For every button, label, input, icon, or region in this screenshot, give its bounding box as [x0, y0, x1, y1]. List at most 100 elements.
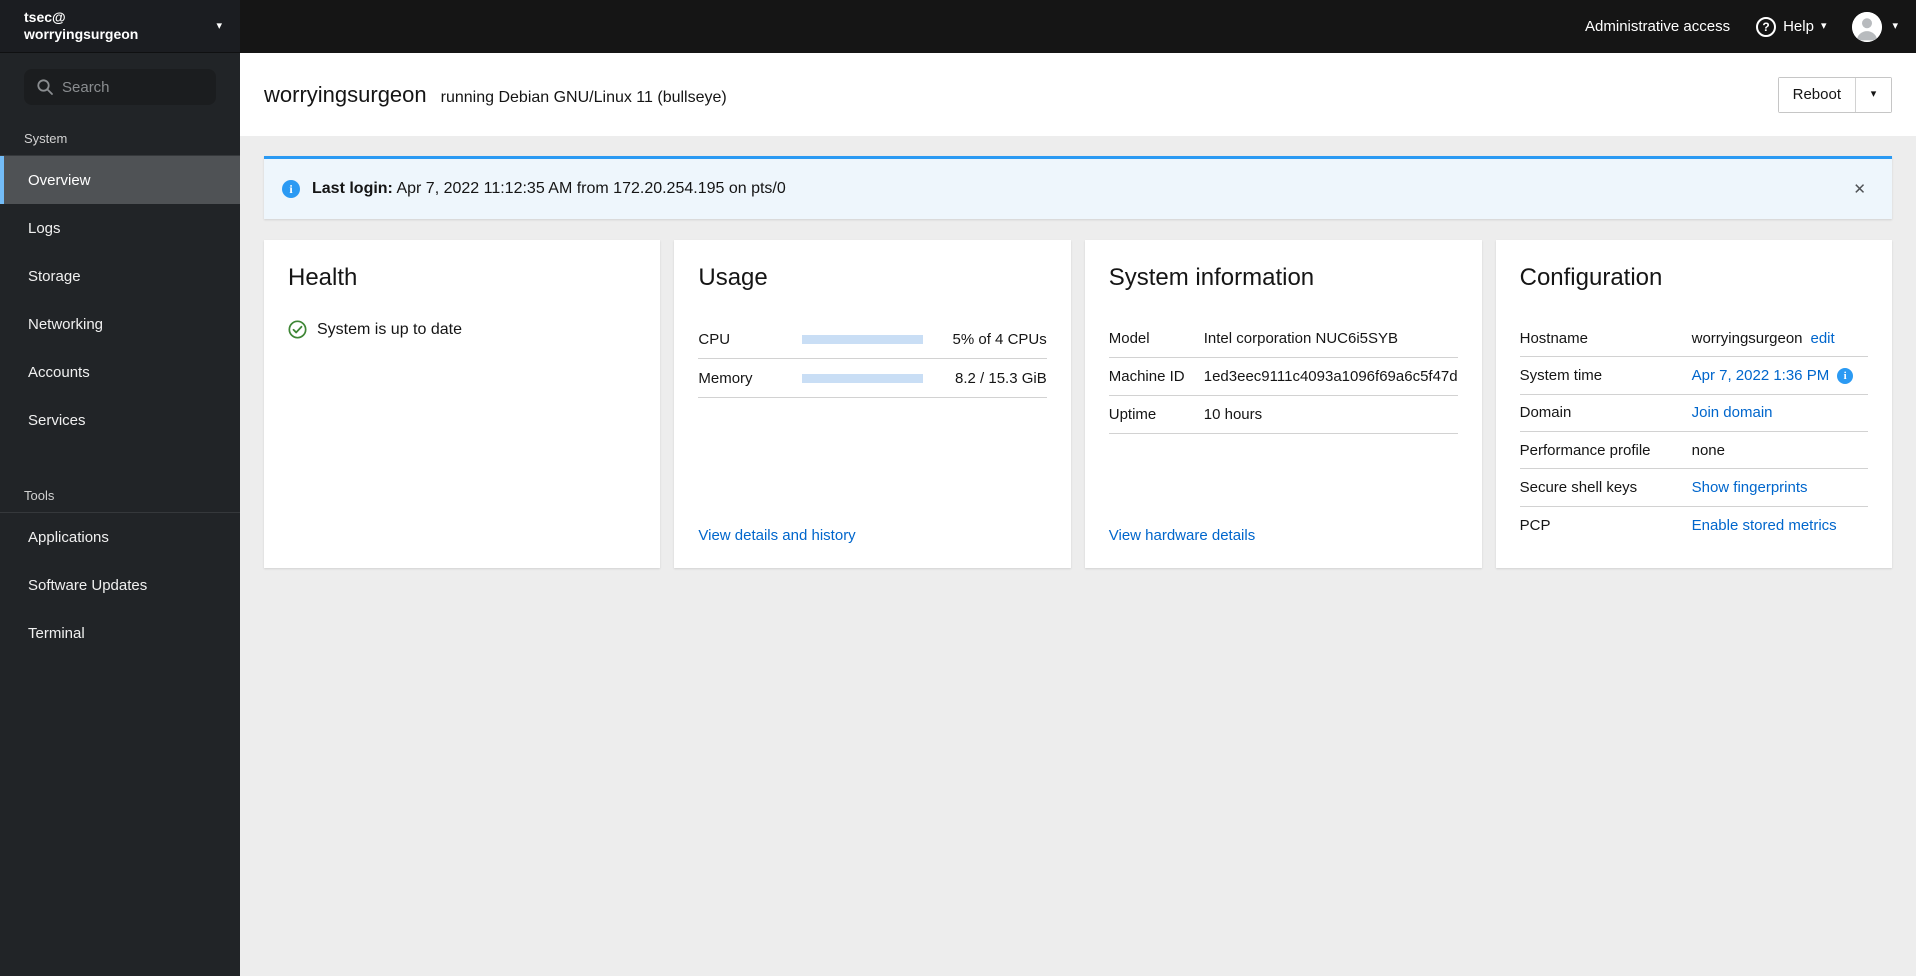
machine-id-row: Machine ID 1ed3eec9111c4093a1096f69a6c5f… — [1108, 358, 1458, 396]
memory-label: Memory — [698, 369, 753, 387]
help-label: Help — [1783, 18, 1814, 35]
hostname-row: Hostname worryingsurgeon edit — [1519, 320, 1868, 358]
alert-title: Last login: — [312, 180, 393, 197]
sidebar-search — [24, 69, 216, 105]
memory-progress-bar — [802, 373, 923, 383]
system-information-card: System information Model Intel corporati… — [1084, 240, 1482, 568]
performance-profile-row: Performance profile none — [1519, 432, 1868, 470]
close-icon[interactable]: ✕ — [1845, 176, 1874, 202]
sidebar-item-accounts[interactable]: Accounts — [0, 348, 240, 396]
question-circle-icon: ? — [1756, 16, 1777, 37]
overview-cards: Health System is up to date Usage CPU 5%… — [264, 240, 1892, 568]
uptime-label: Uptime — [1108, 406, 1157, 423]
system-time-link[interactable]: Apr 7, 2022 1:36 PM — [1692, 367, 1830, 384]
info-icon: i — [282, 180, 300, 198]
page-content: worryingsurgeon running Debian GNU/Linux… — [240, 53, 1916, 976]
masthead: Administrative access ? Help ▾ ▾ — [240, 0, 1916, 53]
nav-section-tools: Tools Applications Software Updates Term… — [0, 488, 240, 657]
join-domain-link[interactable]: Join domain — [1692, 404, 1773, 421]
sidebar-item-overview[interactable]: Overview — [0, 156, 240, 204]
reboot-dropdown-toggle[interactable]: ▾ — [1855, 77, 1891, 112]
session-username: tsec@ — [24, 8, 66, 25]
hostname-value: worryingsurgeon — [1691, 329, 1803, 347]
health-status-row: System is up to date — [288, 320, 636, 339]
health-status-text: System is up to date — [317, 320, 462, 338]
model-row: Model Intel corporation NUC6i5SYB — [1108, 320, 1458, 358]
system-time-label: System time — [1519, 367, 1603, 385]
view-hardware-details-link[interactable]: View hardware details — [1109, 527, 1458, 544]
check-circle-icon — [288, 320, 307, 339]
card-title: Usage — [698, 264, 768, 291]
card-title: Configuration — [1519, 264, 1663, 291]
machine-id-value: 1ed3eec9111c4093a1096f69a6c5f47d — [1203, 368, 1458, 385]
performance-profile-value: none — [1691, 441, 1725, 459]
pcp-label: PCP — [1519, 516, 1551, 534]
alert-message: Apr 7, 2022 11:12:35 AM from 172.20.254.… — [396, 180, 786, 197]
pcp-row: PCP Enable stored metrics — [1520, 507, 1868, 544]
chevron-down-icon: ▾ — [1892, 20, 1898, 32]
secure-shell-keys-label: Secure shell keys — [1519, 479, 1638, 497]
system-time-row: System time Apr 7, 2022 1:36 PM i — [1519, 357, 1868, 395]
page-header: worryingsurgeon running Debian GNU/Linux… — [240, 53, 1916, 136]
sidebar-item-applications[interactable]: Applications — [0, 513, 240, 561]
sidebar-item-logs[interactable]: Logs — [0, 204, 240, 252]
nav-section-title: System — [24, 131, 68, 146]
uptime-row: Uptime 10 hours — [1108, 396, 1458, 434]
edit-hostname-link[interactable]: edit — [1811, 330, 1835, 347]
help-menu[interactable]: ? Help ▾ — [1756, 16, 1827, 37]
configuration-card: Configuration Hostname worryingsurgeon e… — [1495, 240, 1892, 568]
page-title: worryingsurgeon — [264, 81, 427, 107]
avatar — [1852, 11, 1883, 42]
sidebar-nav: System Overview Logs Storage Networking … — [0, 131, 240, 657]
chevron-down-icon: ▾ — [216, 19, 222, 32]
performance-profile-label: Performance profile — [1519, 441, 1651, 459]
enable-stored-metrics-link[interactable]: Enable stored metrics — [1692, 517, 1837, 534]
user-account-menu[interactable]: ▾ — [1852, 11, 1898, 42]
health-card: Health System is up to date — [264, 240, 661, 568]
sidebar: tsec@ worryingsurgeon ▾ System Overview … — [0, 0, 240, 976]
session-user-label: tsec@ worryingsurgeon — [24, 9, 138, 44]
machine-id-label: Machine ID — [1108, 368, 1185, 385]
nav-section-title: Tools — [24, 488, 55, 503]
model-value: Intel corporation NUC6i5SYB — [1203, 330, 1399, 347]
memory-usage-row: Memory 8.2 / 15.3 GiB — [698, 359, 1047, 398]
session-hostname: worryingsurgeon — [24, 26, 139, 42]
secure-shell-keys-row: Secure shell keys Show fingerprints — [1519, 469, 1868, 507]
app-window: tsec@ worryingsurgeon ▾ System Overview … — [0, 0, 1916, 976]
hostname-label: Hostname — [1519, 329, 1588, 347]
session-user-menu[interactable]: tsec@ worryingsurgeon ▾ — [0, 0, 240, 53]
last-login-alert: i Last login: Apr 7, 2022 11:12:35 AM fr… — [264, 156, 1892, 219]
sidebar-item-software-updates[interactable]: Software Updates — [0, 561, 240, 609]
reboot-button[interactable]: Reboot — [1778, 77, 1855, 112]
memory-usage-value: 8.2 / 15.3 GiB — [955, 369, 1047, 387]
cpu-usage-value: 5% of 4 CPUs — [952, 330, 1047, 348]
cpu-progress-bar — [802, 334, 923, 344]
os-subtitle: running Debian GNU/Linux 11 (bullseye) — [440, 88, 727, 106]
uptime-value: 10 hours — [1203, 406, 1263, 423]
model-label: Model — [1108, 330, 1150, 347]
view-details-history-link[interactable]: View details and history — [698, 527, 1046, 544]
person-icon — [1852, 11, 1883, 42]
chevron-down-icon: ▾ — [1870, 88, 1877, 100]
show-fingerprints-link[interactable]: Show fingerprints — [1692, 479, 1808, 496]
domain-row: Domain Join domain — [1519, 395, 1868, 433]
administrative-access-button[interactable]: Administrative access — [1585, 18, 1730, 35]
alert-text: Last login: Apr 7, 2022 11:12:35 AM from… — [312, 180, 786, 198]
domain-label: Domain — [1519, 404, 1572, 422]
sidebar-item-networking[interactable]: Networking — [0, 300, 240, 348]
reboot-split-button: Reboot ▾ — [1777, 76, 1892, 113]
chevron-down-icon: ▾ — [1820, 20, 1827, 32]
sidebar-item-storage[interactable]: Storage — [0, 252, 240, 300]
host-title: worryingsurgeon running Debian GNU/Linux… — [264, 82, 727, 108]
search-icon — [37, 79, 53, 95]
card-title: Health — [288, 264, 358, 291]
nav-section-system: System Overview Logs Storage Networking … — [0, 131, 240, 444]
card-title: System information — [1108, 264, 1315, 291]
usage-card: Usage CPU 5% of 4 CPUs Memory 8.2 / 15.3… — [674, 240, 1071, 568]
sidebar-item-terminal[interactable]: Terminal — [0, 609, 240, 657]
info-icon[interactable]: i — [1837, 367, 1854, 384]
main-column: Administrative access ? Help ▾ ▾ worryin… — [240, 0, 1916, 976]
cpu-label: CPU — [698, 330, 731, 348]
sidebar-item-services[interactable]: Services — [0, 396, 240, 444]
cpu-usage-row: CPU 5% of 4 CPUs — [698, 320, 1047, 359]
